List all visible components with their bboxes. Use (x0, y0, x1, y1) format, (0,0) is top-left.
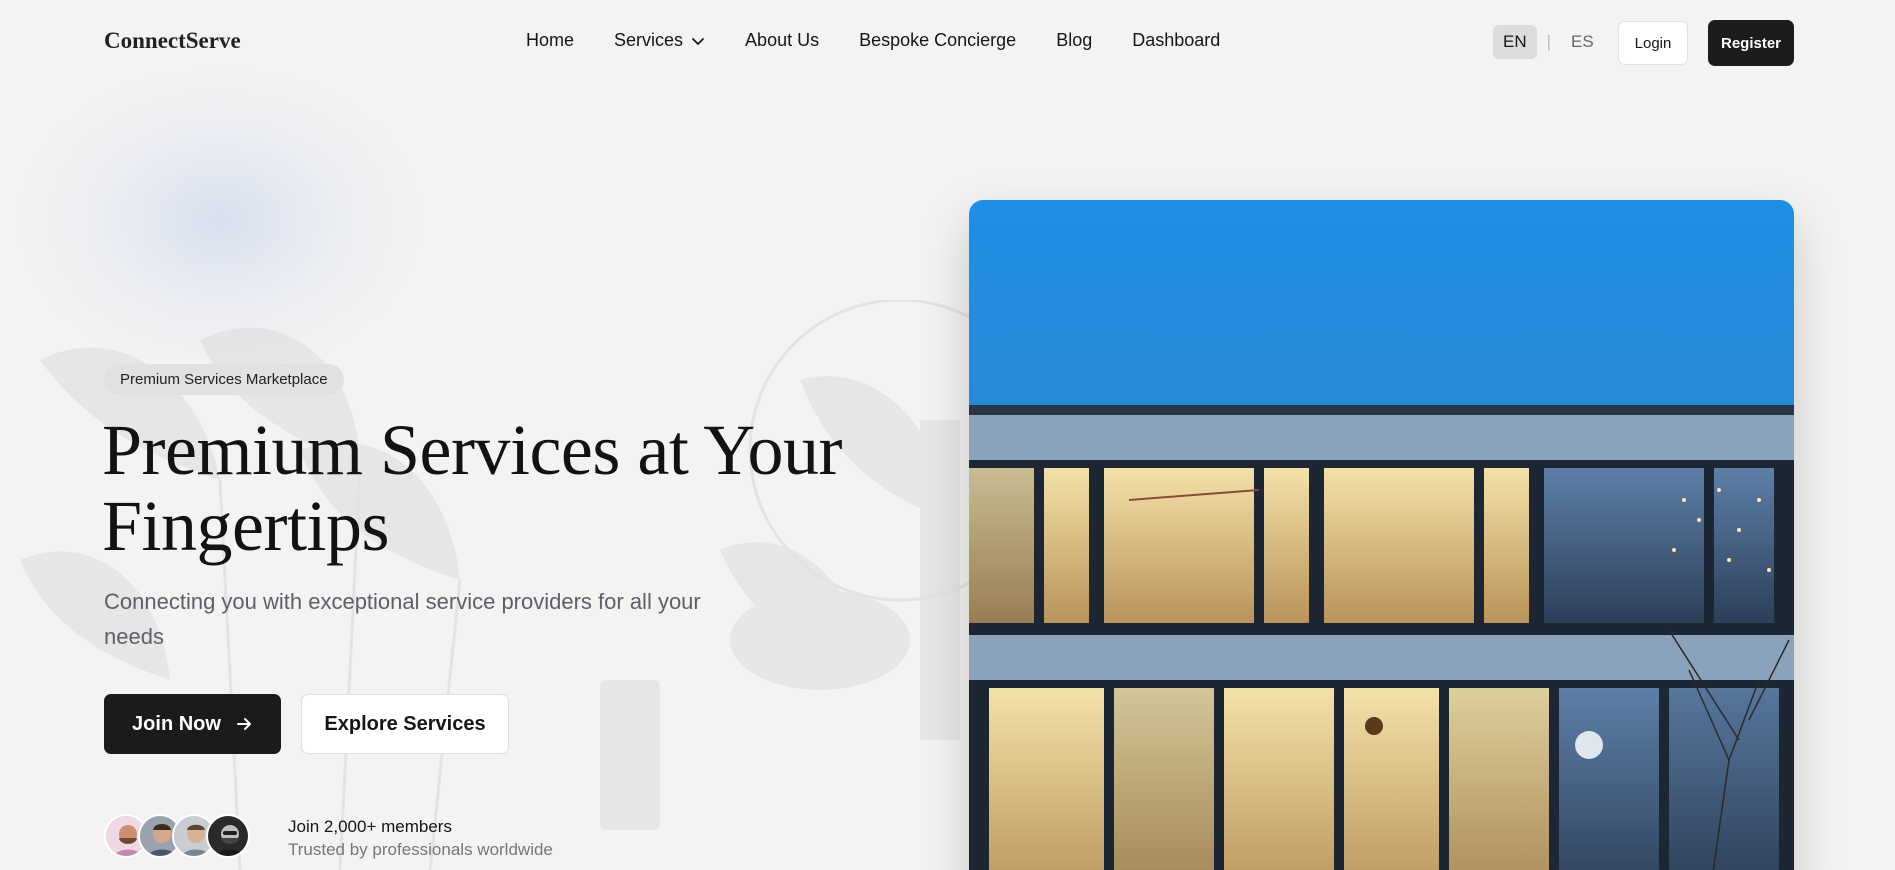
language-separator: | (1546, 32, 1552, 51)
language-en-button[interactable]: EN (1493, 25, 1537, 59)
nav-about-us[interactable]: About Us (745, 30, 819, 51)
members-count: Join 2,000+ members (288, 817, 452, 836)
hero-subtitle: Connecting you with exceptional service … (104, 589, 701, 649)
nav-blog-label: Blog (1056, 30, 1093, 50)
main-nav: Home Services About Us Bespoke Concierge… (526, 30, 1220, 51)
hero-title: Premium Services at Your Fingertips (102, 410, 842, 566)
login-button[interactable]: Login (1618, 21, 1688, 65)
member-avatars (104, 814, 250, 858)
hero-house-image (969, 200, 1794, 870)
nav-dashboard[interactable]: Dashboard (1132, 30, 1220, 51)
hero-badge: Premium Services Marketplace (104, 364, 344, 395)
nav-about-us-label: About Us (745, 30, 820, 50)
nav-home-label: Home (526, 30, 575, 50)
nav-home[interactable]: Home (526, 30, 574, 51)
language-es-button[interactable]: ES (1561, 25, 1604, 59)
nav-services-label: Services (614, 30, 684, 50)
join-now-button[interactable]: Join Now (104, 694, 281, 754)
avatar (206, 814, 250, 858)
nav-services[interactable]: Services (614, 30, 705, 51)
nav-bespoke-concierge[interactable]: Bespoke Concierge (859, 30, 1016, 51)
nav-dashboard-label: Dashboard (1132, 30, 1221, 50)
arrow-right-icon (236, 718, 251, 730)
nav-bespoke-concierge-label: Bespoke Concierge (859, 30, 1017, 50)
background-glow (20, 70, 420, 370)
members-info: Join 2,000+ members Trusted by professio… (288, 816, 553, 862)
explore-services-button[interactable]: Explore Services (301, 694, 509, 754)
register-button[interactable]: Register (1708, 20, 1794, 66)
join-now-label: Join Now (132, 712, 221, 735)
chevron-down-icon (692, 37, 704, 45)
brand-logo[interactable]: ConnectServe (104, 28, 241, 54)
language-switcher: EN | ES (1493, 25, 1604, 59)
site-header: ConnectServe Home Services About Us Besp… (0, 0, 1895, 86)
members-subtitle: Trusted by professionals worldwide (288, 840, 553, 859)
nav-blog[interactable]: Blog (1056, 30, 1092, 51)
house-illustration (969, 200, 1794, 870)
